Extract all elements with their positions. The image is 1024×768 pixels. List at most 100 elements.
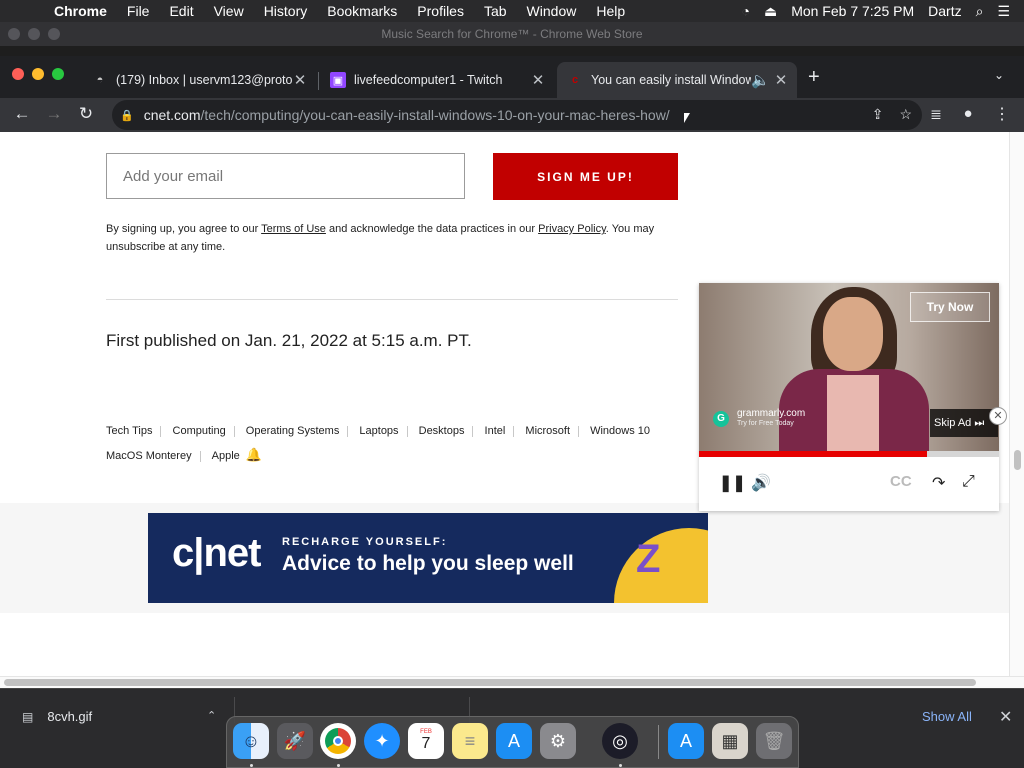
app-store-icon[interactable]: A bbox=[496, 723, 532, 759]
advertiser-info[interactable]: G grammarly.com Try for Free Today bbox=[713, 409, 805, 428]
menu-view[interactable]: View bbox=[214, 3, 244, 19]
calendar-icon[interactable]: FEB 7 bbox=[408, 723, 444, 759]
user-name[interactable]: Dartz bbox=[928, 3, 961, 19]
launchpad-icon[interactable]: 🚀 bbox=[277, 723, 313, 759]
advertiser-tagline: Try for Free Today bbox=[737, 420, 794, 427]
tag-link[interactable]: Tech Tips bbox=[106, 419, 152, 443]
close-downloads-icon[interactable]: ✕ bbox=[999, 707, 1012, 727]
tab-twitch[interactable]: ▣ livefeedcomputer1 - Twitch ✕ bbox=[322, 62, 552, 98]
video-controls: ❚❚ 🔊 CC ↷ ⤢ bbox=[699, 457, 999, 511]
tag-link[interactable]: Desktops bbox=[419, 419, 465, 443]
tab-cnet-active[interactable]: c You can easily install Windows 🔈 ✕ bbox=[557, 62, 797, 98]
terms-of-use-link[interactable]: Terms of Use bbox=[261, 223, 326, 235]
address-bar[interactable]: 🔒 cnet.com/tech/computing/you-can-easily… bbox=[112, 100, 922, 130]
volume-icon[interactable]: 🔊 bbox=[751, 473, 771, 493]
closed-captions-icon[interactable]: CC bbox=[890, 473, 912, 490]
tag-link[interactable]: Apple bbox=[212, 444, 240, 468]
privacy-policy-link[interactable]: Privacy Policy bbox=[538, 223, 606, 235]
eject-icon[interactable]: ⏏ bbox=[764, 3, 777, 20]
close-window-button[interactable] bbox=[12, 68, 24, 80]
menu-edit[interactable]: Edit bbox=[169, 3, 193, 19]
tab-title: You can easily install Windows bbox=[591, 73, 751, 87]
skip-ad-label: Skip Ad bbox=[934, 417, 972, 429]
download-item[interactable]: ▤ 8cvh.gif bbox=[22, 709, 92, 724]
video-frame[interactable]: Try Now G grammarly.com Try for Free Tod… bbox=[699, 283, 999, 451]
bell-notification-icon[interactable]: 🔔 bbox=[246, 443, 262, 467]
tag-link[interactable]: MacOS Monterey bbox=[106, 444, 192, 468]
background-window-title: Music Search for Chrome™ - Chrome Web St… bbox=[381, 27, 643, 41]
tag-link[interactable]: Laptops bbox=[359, 419, 398, 443]
background-window-titlebar: Music Search for Chrome™ - Chrome Web St… bbox=[0, 22, 1024, 46]
tag-link[interactable]: Windows 10 bbox=[590, 419, 650, 443]
menu-tab[interactable]: Tab bbox=[484, 3, 507, 19]
tab-inbox[interactable]: ◓ (179) Inbox | uservm123@proto ✕ bbox=[84, 62, 314, 98]
twitch-icon: ▣ bbox=[330, 72, 346, 88]
app-store-folder-icon[interactable]: A bbox=[668, 723, 704, 759]
reload-icon[interactable]: ↻ bbox=[76, 104, 96, 124]
close-tab-icon[interactable]: ✕ bbox=[530, 71, 546, 89]
download-options-chevron-icon[interactable]: ⌃ bbox=[207, 709, 216, 722]
menu-profiles[interactable]: Profiles bbox=[417, 3, 464, 19]
chrome-icon[interactable] bbox=[320, 723, 356, 759]
email-field[interactable] bbox=[106, 153, 465, 199]
video-ad-player: Try Now G grammarly.com Try for Free Tod… bbox=[699, 283, 999, 511]
skip-ad-button[interactable]: Skip Ad ⏭ bbox=[930, 409, 998, 437]
tag-link[interactable]: Computing bbox=[173, 419, 226, 443]
control-center-icon[interactable]: ☰ bbox=[997, 3, 1010, 20]
notes-icon[interactable]: ≡ bbox=[452, 723, 488, 759]
share-icon[interactable]: ⇪ bbox=[872, 106, 884, 123]
vertical-scrollbar[interactable] bbox=[1009, 132, 1024, 676]
banner-headline: Advice to help you sleep well bbox=[282, 552, 574, 575]
tag-link[interactable]: Intel bbox=[485, 419, 506, 443]
legal-text-part: By signing up, you agree to our bbox=[106, 223, 262, 235]
tab-audio-icon[interactable]: 🔈 bbox=[751, 71, 770, 89]
tab-title: (179) Inbox | uservm123@proto bbox=[116, 73, 292, 87]
close-tab-icon[interactable]: ✕ bbox=[292, 71, 308, 89]
close-video-ad-icon[interactable]: ✕ bbox=[989, 407, 1007, 425]
fullscreen-icon[interactable]: ⤢ bbox=[962, 473, 975, 491]
sign-me-up-button[interactable]: SIGN ME UP! bbox=[493, 153, 678, 200]
finder-icon[interactable]: ☺ bbox=[233, 723, 269, 759]
trash-icon[interactable]: 🗑 bbox=[756, 723, 792, 759]
system-preferences-icon[interactable]: ⚙ bbox=[540, 723, 576, 759]
lock-icon[interactable]: 🔒 bbox=[120, 109, 134, 122]
sleep-promo-banner[interactable]: c|net RECHARGE YOURSELF: Advice to help … bbox=[148, 513, 708, 603]
chrome-menu-icon[interactable]: ⋮ bbox=[992, 104, 1012, 124]
obs-icon[interactable]: ◎ bbox=[602, 723, 638, 759]
menu-bookmarks[interactable]: Bookmarks bbox=[327, 3, 397, 19]
browser-toolbar: ← → ↻ 🔒 cnet.com/tech/computing/you-can-… bbox=[0, 98, 1024, 132]
back-arrow-icon[interactable]: ← bbox=[12, 104, 32, 124]
tag-link[interactable]: Microsoft bbox=[525, 419, 570, 443]
tag-link[interactable]: Operating Systems bbox=[246, 419, 340, 443]
menu-file[interactable]: File bbox=[127, 3, 150, 19]
share-arrow-icon[interactable]: ↷ bbox=[932, 473, 945, 493]
show-all-downloads-link[interactable]: Show All bbox=[922, 709, 972, 724]
menu-window[interactable]: Window bbox=[527, 3, 577, 19]
reading-list-icon[interactable]: ≣ bbox=[926, 106, 946, 123]
profile-avatar-icon[interactable]: ● bbox=[958, 105, 978, 122]
menu-bar: Chrome File Edit View History Bookmarks … bbox=[0, 0, 1024, 22]
photo-folder-icon[interactable]: ▦ bbox=[712, 723, 748, 759]
tab-title: livefeedcomputer1 - Twitch bbox=[354, 73, 503, 87]
clock[interactable]: Mon Feb 7 7:25 PM bbox=[791, 3, 914, 19]
forward-arrow-icon[interactable]: → bbox=[44, 104, 64, 124]
pause-icon[interactable]: ❚❚ bbox=[719, 473, 746, 493]
bookmark-star-icon[interactable]: ☆ bbox=[899, 106, 912, 123]
newsletter-legal-text: By signing up, you agree to our Terms of… bbox=[106, 220, 678, 256]
try-now-button[interactable]: Try Now bbox=[910, 292, 990, 322]
minimize-window-button[interactable] bbox=[32, 68, 44, 80]
safari-icon[interactable]: ✦ bbox=[364, 723, 400, 759]
close-tab-icon[interactable]: ✕ bbox=[773, 71, 789, 89]
menu-history[interactable]: History bbox=[264, 3, 308, 19]
spotlight-search-icon[interactable]: ⌕ bbox=[976, 3, 984, 20]
sleep-z-graphic: Z bbox=[636, 537, 661, 581]
menu-help[interactable]: Help bbox=[596, 3, 625, 19]
new-tab-button[interactable]: + bbox=[808, 66, 820, 89]
published-date: First published on Jan. 21, 2022 at 5:15… bbox=[106, 331, 472, 350]
legal-text-part: and acknowledge the data practices in ou… bbox=[325, 223, 539, 235]
sync-status-icon[interactable]: ◔ bbox=[741, 3, 749, 19]
zoom-window-button[interactable] bbox=[52, 68, 64, 80]
menu-app-name[interactable]: Chrome bbox=[54, 3, 107, 19]
tab-search-chevron-icon[interactable]: ⌄ bbox=[994, 68, 1004, 82]
horizontal-scrollbar[interactable] bbox=[0, 676, 1024, 688]
